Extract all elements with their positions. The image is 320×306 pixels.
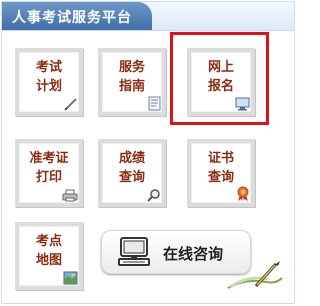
- certificate-query-label: 证书 查询: [191, 149, 251, 187]
- service-guide-line1: 服务: [118, 60, 145, 75]
- highlight-box: [170, 32, 269, 125]
- map-icon: [63, 271, 78, 285]
- exam-site-map-line1: 考点: [35, 234, 62, 249]
- service-guide-label: 服务 指南: [102, 58, 162, 96]
- admission-ticket-line1: 准考证: [29, 151, 69, 166]
- service-guide-line2: 指南: [118, 79, 145, 94]
- score-query-line1: 成绩: [118, 151, 145, 166]
- exam-plan-line1: 考试: [35, 60, 62, 75]
- score-query-line2: 查询: [118, 170, 145, 185]
- online-consult-label: 在线咨询: [163, 245, 224, 263]
- certificate-query-line1: 证书: [207, 151, 234, 166]
- exam-site-map-line2: 地图: [35, 253, 62, 268]
- service-guide-tile[interactable]: 服务 指南: [98, 48, 166, 116]
- exam-site-map-label: 考点 地图: [19, 232, 79, 270]
- admission-ticket-line2: 打印: [35, 170, 62, 185]
- exam-plan-line2: 计划: [35, 79, 62, 94]
- admission-ticket-print-tile[interactable]: 准考证 打印: [15, 139, 83, 207]
- certificate-query-tile[interactable]: 证书 查询: [187, 139, 255, 207]
- printer-icon: [62, 189, 78, 202]
- exam-plan-tile[interactable]: 考试 计划: [15, 48, 83, 116]
- decorative-pencil-icon: [227, 261, 283, 289]
- score-query-label: 成绩 查询: [102, 149, 162, 187]
- exam-plan-label: 考试 计划: [19, 58, 79, 96]
- magnifier-icon: [147, 189, 160, 202]
- admission-ticket-label: 准考证 打印: [19, 149, 79, 187]
- panel-header: 人事考试服务平台: [2, 2, 294, 31]
- ribbon-seal-icon: [237, 186, 249, 201]
- document-icon: [148, 96, 161, 111]
- pen-icon: [64, 98, 77, 111]
- panel-title: 人事考试服务平台: [12, 10, 132, 26]
- computer-icon: [118, 237, 150, 266]
- header-tab: 人事考试服务平台: [2, 2, 152, 30]
- certificate-query-line2: 查询: [207, 170, 234, 185]
- score-query-tile[interactable]: 成绩 查询: [98, 139, 166, 207]
- exam-site-map-tile[interactable]: 考点 地图: [15, 222, 83, 290]
